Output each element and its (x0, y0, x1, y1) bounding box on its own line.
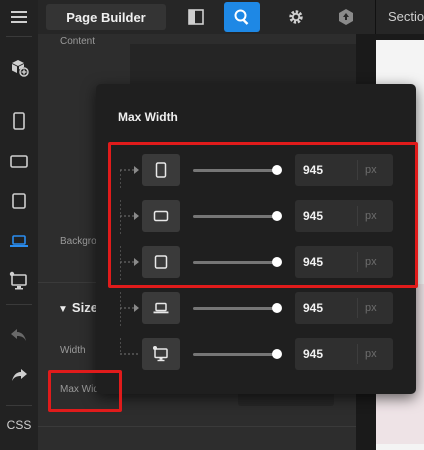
top-bar: Page Builder Section (38, 0, 424, 35)
publish-icon[interactable] (328, 2, 364, 32)
device-tablet-portrait-icon[interactable] (0, 104, 38, 138)
highlight-box-rows (108, 142, 418, 288)
search-icon[interactable] (224, 2, 260, 32)
highlight-box-max-width (48, 370, 122, 412)
breakpoint-connector (120, 292, 140, 326)
gear-icon[interactable] (278, 2, 314, 32)
add-block-icon[interactable] (0, 50, 38, 84)
toggle-panel-icon[interactable] (178, 2, 214, 32)
laptop-icon[interactable] (142, 292, 180, 324)
slider-track[interactable] (193, 307, 277, 310)
rail-divider (6, 405, 32, 406)
redo-icon[interactable] (0, 358, 38, 392)
menu-icon[interactable] (0, 0, 38, 34)
caret-down-icon: ▼ (58, 304, 68, 315)
device-tablet-landscape-icon[interactable] (0, 144, 38, 178)
app-title[interactable]: Page Builder (46, 4, 166, 30)
unit-divider (357, 298, 358, 318)
panel-divider (38, 426, 356, 427)
slider-track[interactable] (193, 353, 277, 356)
left-rail: CSS (0, 0, 39, 450)
width-label: Width (60, 345, 86, 356)
device-desktop-icon[interactable] (0, 264, 38, 298)
size-heading-label: Size (71, 300, 98, 315)
rail-divider (6, 304, 32, 305)
unit-divider (357, 344, 358, 364)
size-section-heading[interactable]: ▼ Size (58, 300, 98, 315)
popover-title: Max Width (118, 110, 178, 124)
breakpoint-connector (120, 338, 140, 355)
desktop-icon[interactable] (142, 338, 180, 370)
sections-tab[interactable]: Section (375, 0, 424, 34)
unit-selector[interactable]: px (365, 292, 377, 324)
breakpoint-row-laptop: 945 px (96, 292, 416, 326)
content-label: Content (60, 36, 96, 47)
value-text[interactable]: 945 (303, 292, 323, 324)
device-square-icon[interactable] (0, 184, 38, 218)
css-button[interactable]: CSS (0, 418, 38, 432)
rail-divider (6, 36, 32, 37)
breakpoint-row-desktop: 945 px (96, 338, 416, 372)
slider-knob[interactable] (272, 349, 282, 359)
device-laptop-icon[interactable] (0, 224, 38, 258)
background-label: Backgro (60, 236, 97, 247)
slider-knob[interactable] (272, 303, 282, 313)
undo-icon[interactable] (0, 318, 38, 352)
value-field[interactable]: 945 px (295, 338, 393, 370)
value-text[interactable]: 945 (303, 338, 323, 370)
unit-selector[interactable]: px (365, 338, 377, 370)
value-field[interactable]: 945 px (295, 292, 393, 324)
